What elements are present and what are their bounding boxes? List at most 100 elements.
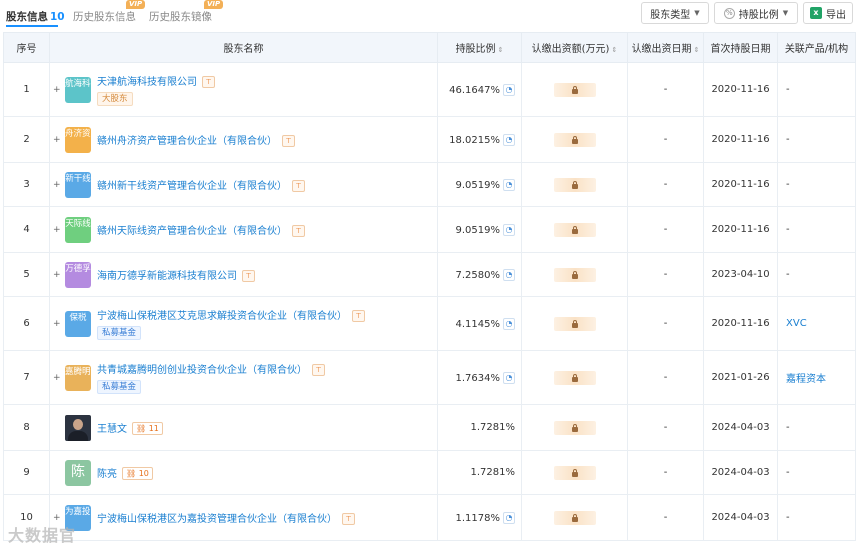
sort-icon[interactable]: ⇕ [694,46,700,54]
first-holding-date-cell: 2020-11-16 [703,116,778,163]
expand-icon[interactable]: + [53,513,61,523]
lock-icon [571,423,579,432]
holding-ratio-filter[interactable]: % 持股比例 ▼ [714,2,798,24]
locked-value[interactable] [553,316,596,331]
ratio-chart-icon[interactable]: ◔ [503,133,515,146]
sort-icon[interactable]: ⇕ [498,46,504,54]
shareholder-name-link[interactable]: 海南万德孚新能源科技有限公司 [97,271,237,282]
ratio-chart-icon[interactable]: ◔ [503,317,515,330]
header-ratio[interactable]: 持股比例 ⇕ [437,32,522,63]
tab-shareholders[interactable]: 股东信息 10 [6,9,65,24]
related-product-cell: - [777,206,856,253]
subscribed-date-cell: - [627,404,704,451]
ratio-chart-icon[interactable]: ◔ [503,178,515,191]
header-index: 序号 [3,32,50,63]
subscribed-amount-cell [521,296,628,351]
row-index: 9 [3,450,50,495]
equity-structure-icon[interactable]: ⊤ [202,76,215,88]
locked-value[interactable] [553,420,596,435]
name-block: 赣州舟济资产管理合伙企业（有限合伙） ⊤ [97,132,295,147]
locked-value[interactable] [553,82,596,97]
locked-value[interactable] [553,132,596,147]
holding-ratio-cell: 9.0519% ◔ [437,206,522,253]
expand-icon[interactable]: + [53,180,61,190]
holding-ratio-label: 持股比例 [738,9,779,21]
shareholder-name-link[interactable]: 赣州天际线资产管理合伙企业（有限合伙） [97,226,287,237]
subscribed-date-cell: - [627,252,704,297]
shareholder-type-filter[interactable]: 股东类型 ▼ [641,2,709,24]
equity-structure-icon[interactable]: ⊤ [282,135,295,147]
lock-icon [571,319,579,328]
shareholder-name-link[interactable]: 宁波梅山保税港区为嘉投资管理合伙企业（有限合伙） [97,514,337,525]
expand-icon[interactable]: + [53,225,61,235]
equity-structure-icon[interactable]: ⊤ [292,225,305,237]
company-logo[interactable]: 天际线 [65,216,91,243]
shareholder-name-link[interactable]: 王慧文 [97,424,127,435]
equity-structure-icon[interactable]: ⊤ [312,364,325,376]
company-logo[interactable]: 航海科技 [65,76,99,103]
person-relation-badge[interactable]: ⛓ 11 [132,422,163,436]
related-product-cell: - [777,450,856,495]
locked-value[interactable] [553,465,596,480]
person-relation-badge[interactable]: ⛓ 10 [122,467,153,481]
equity-structure-icon[interactable]: ⊤ [292,180,305,192]
shareholder-name-link[interactable]: 赣州舟济资产管理合伙企业（有限合伙） [97,136,277,147]
locked-value[interactable] [553,177,596,192]
company-logo[interactable]: 舟济资产 [65,126,99,153]
sort-icon[interactable]: ⇕ [611,46,617,54]
shareholder-name-link[interactable]: 宁波梅山保税港区艾克思求解投资合伙企业（有限合伙） [97,311,347,322]
first-holding-date-cell: 2021-01-26 [703,350,778,405]
header-related-product: 关联产品/机构 [777,32,856,63]
subscribed-date-cell: - [627,450,704,495]
header-subscribed-amount[interactable]: 认缴出资额(万元) ⇕ [521,32,628,63]
locked-value[interactable] [553,510,596,525]
holding-ratio: 1.7281% [470,422,516,433]
equity-structure-icon[interactable]: ⊤ [352,310,365,322]
related-product-cell[interactable]: XVC [777,296,856,351]
subscribed-amount-cell [521,252,628,297]
header-subscribed-date[interactable]: 认缴出资日期 ⇕ [627,32,704,63]
first-holding-date-cell: 2024-04-03 [703,494,778,541]
company-logo[interactable]: 嘉腾明创 [65,364,99,391]
expand-icon[interactable]: + [53,270,61,280]
shareholder-name-link[interactable]: 陈亮 [97,469,117,480]
shareholder-tag: 大股东 [97,92,133,106]
locked-value[interactable] [553,222,596,237]
company-logo[interactable]: 陈 [65,459,91,486]
lock-icon [571,468,579,477]
name-block: 王慧文 ⛓ 11 [97,420,163,436]
related-product-cell: - [777,404,856,451]
expand-icon[interactable]: + [53,319,61,329]
tab-history-mirror[interactable]: 历史股东镜像 [149,9,212,24]
tab-history-shareholders[interactable]: 历史股东信息 [73,9,136,24]
row-index: 6 [3,296,50,351]
first-holding-date-cell: 2024-04-03 [703,450,778,495]
ratio-chart-icon[interactable]: ◔ [503,83,515,96]
expand-icon[interactable]: + [53,85,61,95]
ratio-chart-icon[interactable]: ◔ [503,268,515,281]
holding-ratio: 46.1647% [449,84,500,96]
expand-icon[interactable]: + [53,135,61,145]
company-logo[interactable]: 保税 [65,310,91,337]
expand-icon[interactable]: + [53,373,61,383]
equity-structure-icon[interactable]: ⊤ [342,513,355,525]
subscribed-date-cell: - [627,62,704,117]
company-logo[interactable]: 新干线 [65,171,91,198]
holding-ratio: 7.2580% [455,269,501,281]
holding-ratio: 4.1145% [455,318,501,330]
table-row: 8 王慧文 ⛓ 11 1.7281% -2024-04-03- [3,404,856,451]
shareholder-name-link[interactable]: 共青城嘉腾明创创业投资合伙企业（有限合伙） [97,365,307,376]
shareholder-name-link[interactable]: 天津航海科技有限公司 [97,77,197,88]
company-logo[interactable]: 万德孚 [65,261,91,288]
equity-structure-icon[interactable]: ⊤ [242,270,255,282]
ratio-chart-icon[interactable]: ◔ [503,511,515,524]
shareholder-name-link[interactable]: 赣州新干线资产管理合伙企业（有限合伙） [97,181,287,192]
locked-value[interactable] [553,267,596,282]
locked-value[interactable] [553,370,596,385]
related-product-cell[interactable]: 嘉程资本 [777,350,856,405]
related-product-cell: - [777,62,856,117]
ratio-chart-icon[interactable]: ◔ [503,371,515,384]
export-button[interactable]: x 导出 [803,2,853,24]
avatar[interactable] [65,414,91,441]
ratio-chart-icon[interactable]: ◔ [503,223,515,236]
